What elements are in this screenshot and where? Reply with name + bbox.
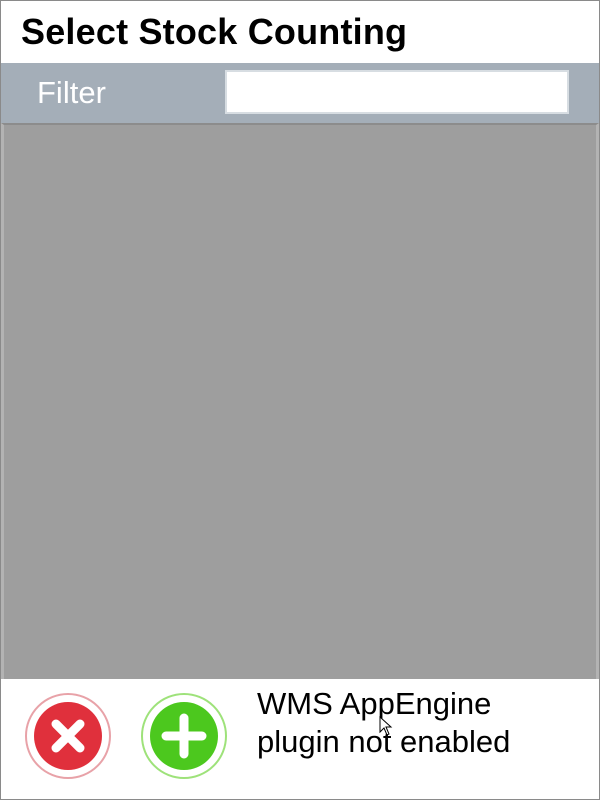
- status-message: WMS AppEngine plugin not enabled: [257, 685, 587, 761]
- filter-bar: Filter: [1, 63, 599, 123]
- mouse-cursor-icon: [379, 716, 393, 736]
- footer-bar: WMS AppEngine plugin not enabled: [1, 679, 599, 799]
- filter-label: Filter: [37, 75, 106, 110]
- header: Select Stock Counting: [1, 1, 599, 63]
- plus-icon: [150, 702, 218, 770]
- cancel-button[interactable]: [25, 693, 111, 779]
- page-title: Select Stock Counting: [21, 11, 408, 52]
- close-icon: [34, 702, 102, 770]
- filter-input[interactable]: [225, 70, 569, 114]
- add-button[interactable]: [141, 693, 227, 779]
- status-line-2: plugin not enabled: [257, 724, 511, 759]
- stock-counting-list[interactable]: [1, 123, 599, 679]
- app-window: Select Stock Counting Filter WMS AppEngi…: [0, 0, 600, 800]
- status-line-1: WMS AppEngine: [257, 686, 492, 721]
